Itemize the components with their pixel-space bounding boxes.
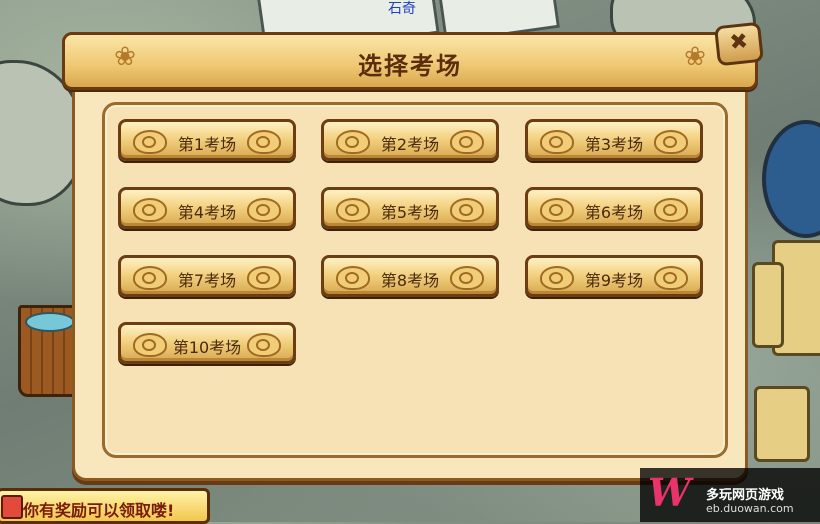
cloud-icon	[654, 198, 688, 222]
reward-notification-text: 你有奖励可以领取喽!	[23, 501, 175, 520]
gift-icon	[1, 495, 23, 519]
close-x-icon: ✖	[728, 29, 750, 56]
exam-room-button-2[interactable]: 第2考场	[321, 119, 499, 161]
watermark-site-name: 多玩网页游戏	[706, 488, 785, 503]
cloud-icon	[247, 198, 281, 222]
close-button[interactable]: ✖	[714, 21, 764, 67]
exam-room-button-4[interactable]: 第4考场	[118, 187, 296, 229]
exam-room-button-7[interactable]: 第7考场	[118, 255, 296, 297]
cloud-icon	[247, 333, 281, 357]
background-log	[754, 386, 810, 462]
cloud-icon	[654, 130, 688, 154]
cloud-icon	[450, 130, 484, 154]
dialog-title: 选择考场	[358, 52, 462, 80]
cloud-swirl-icon: ❀	[684, 42, 706, 72]
cloud-icon	[450, 266, 484, 290]
character-name-label: 石奇	[388, 1, 416, 17]
exam-room-button-1[interactable]: 第1考场	[118, 119, 296, 161]
watermark-url: eb.duowan.com	[706, 502, 794, 515]
cloud-icon	[450, 198, 484, 222]
cloud-icon	[247, 130, 281, 154]
watermark-logo: W	[648, 470, 691, 515]
background-blue-barrel	[762, 120, 820, 238]
exam-room-button-3[interactable]: 第3考场	[525, 119, 703, 161]
exam-room-button-9[interactable]: 第9考场	[525, 255, 703, 297]
reward-notification-button[interactable]: 你有奖励可以领取喽!	[0, 488, 210, 524]
dialog-titlebar: ❀ 选择考场 ❀	[62, 32, 758, 90]
cloud-icon	[247, 266, 281, 290]
exam-room-button-8[interactable]: 第8考场	[321, 255, 499, 297]
exam-room-button-10[interactable]: 第10考场	[118, 322, 296, 364]
exam-room-button-6[interactable]: 第6考场	[525, 187, 703, 229]
site-watermark: W 多玩网页游戏 eb.duowan.com	[640, 468, 820, 522]
cloud-icon	[654, 266, 688, 290]
background-log	[752, 262, 784, 348]
exam-room-button-5[interactable]: 第5考场	[321, 187, 499, 229]
